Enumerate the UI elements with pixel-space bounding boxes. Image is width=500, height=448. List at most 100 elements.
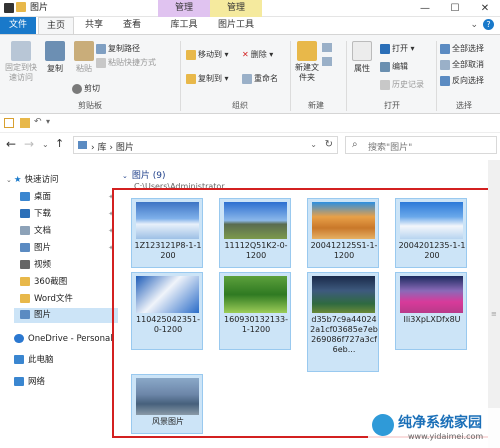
- properties-label: 属性: [354, 64, 370, 73]
- select-none-button[interactable]: 全部取消: [440, 59, 484, 70]
- paste-shortcut-icon: [96, 57, 106, 68]
- nav-quick-access-label: 快速访问: [24, 175, 59, 185]
- search-input[interactable]: 搜索"图片": [368, 140, 412, 153]
- new-folder-button[interactable]: 新建文件夹: [292, 41, 322, 83]
- customize-toolbar-icon[interactable]: ▾: [46, 117, 50, 126]
- nav-item-videos[interactable]: 视频: [20, 258, 51, 273]
- breadcrumb-pictures[interactable]: 图片: [116, 143, 134, 153]
- nav-network-label: 网络: [28, 377, 46, 387]
- invert-selection-icon: [440, 75, 450, 86]
- invert-selection-button[interactable]: 反向选择: [440, 75, 484, 86]
- rename-label: 重命名: [254, 74, 278, 83]
- select-group-label: 选择: [456, 101, 472, 110]
- logo-text: 纯净系统家园: [398, 415, 482, 431]
- history-button[interactable]: 历史记录: [380, 79, 424, 90]
- search-icon: ⌕: [352, 139, 358, 150]
- nav-item-word-files[interactable]: Word文件: [20, 292, 73, 307]
- tab-library-tools[interactable]: 库工具: [158, 17, 210, 34]
- tab-file[interactable]: 文件: [0, 17, 36, 34]
- address-bar[interactable]: › 库 › 图片 ⌄ ↻: [73, 136, 338, 154]
- move-to-button[interactable]: 移动到 ▾: [186, 49, 229, 60]
- copy-path-button[interactable]: 复制路径: [96, 43, 140, 54]
- vertical-scrollbar[interactable]: ≡: [488, 160, 500, 448]
- help-icon[interactable]: ?: [483, 19, 494, 30]
- nav-item-documents[interactable]: 文档: [20, 224, 51, 239]
- rename-button[interactable]: 重命名: [242, 73, 278, 84]
- folder-icon: [16, 2, 26, 12]
- cut-icon: [72, 83, 82, 94]
- nav-item-pictures-selected[interactable]: 图片: [14, 308, 118, 323]
- collapse-ribbon-icon[interactable]: ⌄: [470, 20, 478, 30]
- nav-item-label: 文档: [34, 226, 52, 236]
- context-tab-picture[interactable]: 管理: [210, 0, 262, 17]
- properties-small-icon[interactable]: [4, 118, 14, 128]
- breadcrumb-separator: ›: [109, 143, 113, 153]
- edit-label: 编辑: [392, 62, 408, 71]
- recent-locations-icon[interactable]: ⌄: [42, 140, 49, 149]
- tab-picture-tools[interactable]: 图片工具: [210, 17, 262, 34]
- open-button[interactable]: 打开 ▾: [380, 43, 415, 54]
- nav-item-360-screenshots[interactable]: 360截图: [20, 275, 67, 290]
- breadcrumb-separator: ›: [91, 143, 95, 153]
- pin-icon: [11, 41, 31, 61]
- new-folder-small-icon[interactable]: [20, 118, 30, 128]
- minimize-button[interactable]: —: [410, 0, 440, 17]
- logo-url: www.yidaimei.com: [408, 432, 484, 441]
- copy-to-label: 复制到: [198, 74, 222, 83]
- nav-item-label: Word文件: [34, 294, 73, 304]
- edit-icon: [380, 61, 390, 72]
- select-all-button[interactable]: 全部选择: [440, 43, 484, 54]
- up-icon[interactable]: ↑: [55, 137, 64, 150]
- search-box[interactable]: ⌕ 搜索"图片": [345, 136, 497, 154]
- cloud-icon: [14, 334, 24, 343]
- copy-label: 复制: [47, 64, 63, 73]
- download-icon: [20, 209, 30, 218]
- select-all-label: 全部选择: [452, 44, 484, 53]
- nav-network[interactable]: 网络: [14, 375, 45, 390]
- network-icon: [14, 377, 24, 386]
- edit-button[interactable]: 编辑: [380, 61, 408, 72]
- pin-label: 固定到快速访问: [5, 63, 37, 82]
- cut-button[interactable]: 剪切: [72, 83, 100, 94]
- title-bar: 图片 管理 管理 — ☐ ✕: [0, 0, 500, 17]
- nav-quick-access[interactable]: ⌄ ★ 快速访问: [6, 173, 59, 188]
- address-dropdown-icon[interactable]: ⌄: [310, 140, 317, 149]
- nav-item-desktop[interactable]: 桌面: [20, 190, 51, 205]
- delete-label: 删除: [250, 50, 267, 59]
- maximize-button[interactable]: ☐: [440, 0, 470, 17]
- breadcrumb-library[interactable]: 库: [97, 143, 106, 153]
- tab-home[interactable]: 主页: [38, 17, 74, 34]
- easy-access-icon[interactable]: [322, 57, 332, 66]
- undo-icon[interactable]: ↶: [34, 117, 42, 127]
- refresh-icon[interactable]: ↻: [325, 139, 333, 150]
- close-button[interactable]: ✕: [470, 0, 500, 17]
- paste-shortcut-button[interactable]: 粘贴快捷方式: [96, 57, 156, 68]
- copy-to-button[interactable]: 复制到 ▾: [186, 73, 229, 84]
- properties-button[interactable]: 属性: [350, 41, 374, 74]
- pin-quick-access-button[interactable]: 固定到快速访问: [4, 41, 38, 83]
- delete-button[interactable]: ✕ 删除 ▾: [242, 49, 273, 60]
- tab-share[interactable]: 共享: [76, 17, 112, 34]
- nav-onedrive[interactable]: OneDrive - Personal: [14, 332, 113, 347]
- new-item-icon[interactable]: [322, 43, 332, 52]
- context-tab-library[interactable]: 管理: [158, 0, 210, 17]
- nav-item-label: 桌面: [34, 192, 52, 202]
- nav-this-pc[interactable]: 此电脑: [14, 353, 54, 368]
- copy-button[interactable]: 复制: [42, 41, 68, 74]
- move-to-icon: [186, 49, 196, 60]
- delete-icon: ✕: [242, 50, 249, 59]
- library-heading-label: 图片 (9): [131, 171, 166, 181]
- select-none-icon: [440, 59, 450, 70]
- nav-item-downloads[interactable]: 下载: [20, 207, 51, 222]
- library-heading[interactable]: ⌄ 图片 (9): [122, 168, 166, 181]
- ribbon-tabs: 文件 主页 共享 查看 库工具 图片工具 ⌄ ?: [0, 17, 500, 34]
- tab-view[interactable]: 查看: [114, 17, 150, 34]
- nav-item-pictures[interactable]: 图片: [20, 241, 51, 256]
- nav-item-label: 360截图: [34, 277, 68, 287]
- paste-button[interactable]: 粘贴: [72, 41, 96, 74]
- select-none-label: 全部取消: [452, 60, 484, 69]
- paste-icon: [74, 41, 94, 61]
- divider: [290, 41, 291, 111]
- back-icon[interactable]: ←: [6, 137, 16, 151]
- forward-icon[interactable]: →: [24, 137, 34, 151]
